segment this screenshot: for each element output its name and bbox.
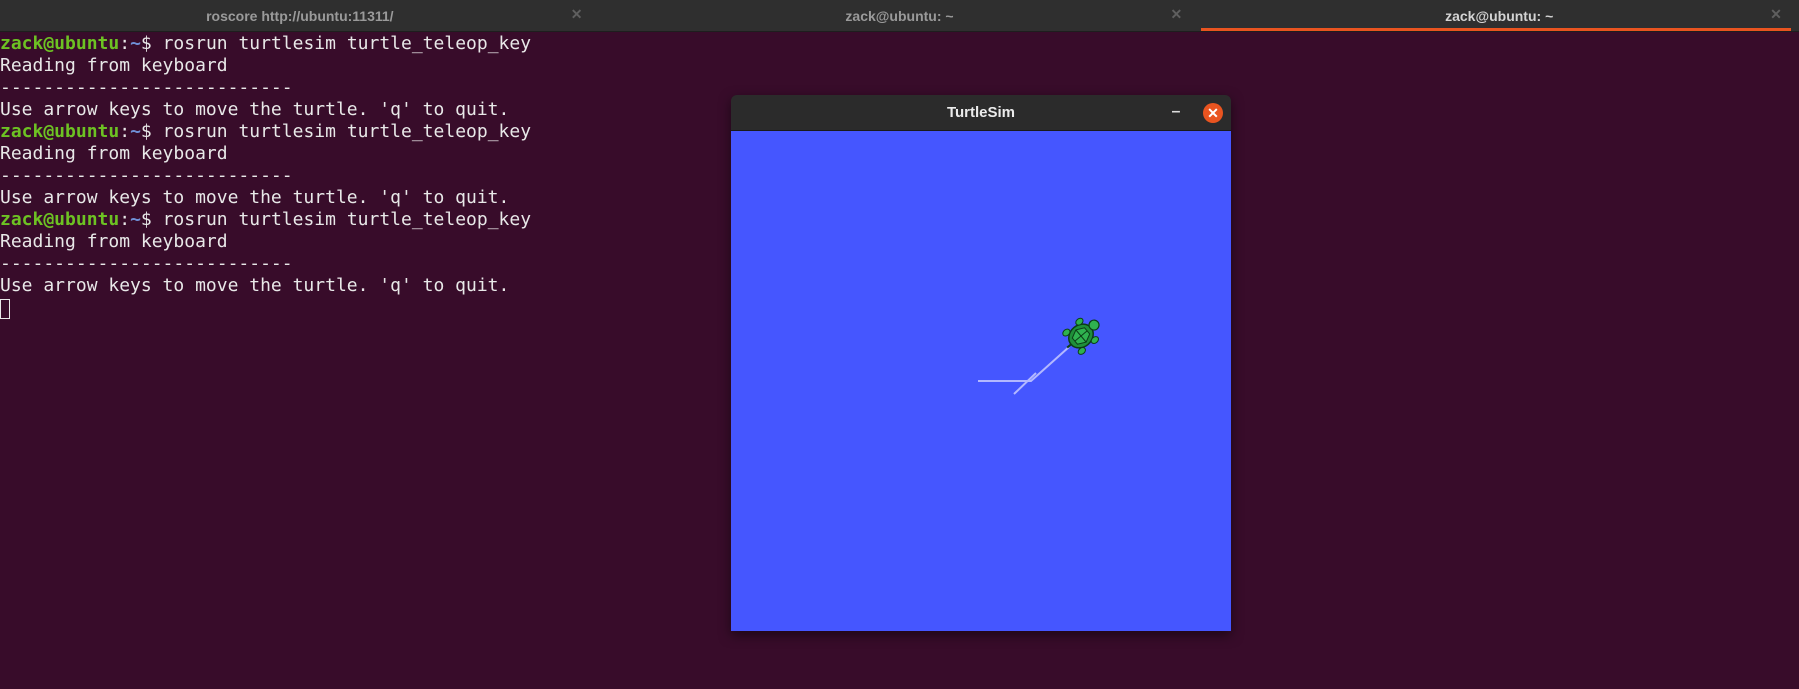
prompt-path: ~ [130,209,141,230]
terminal-tab-bar: roscore http://ubuntu:11311/ ✕ zack@ubun… [0,0,1799,32]
command-text: rosrun turtlesim turtle_teleop_key [162,209,532,230]
prompt-path: ~ [130,121,141,142]
command-text: rosrun turtlesim turtle_teleop_key [162,33,532,54]
prompt-separator: : [119,121,131,142]
close-icon[interactable]: ✕ [570,7,584,21]
tab-label: roscore http://ubuntu:11311/ [206,7,394,24]
tab-zack-ubuntu-2[interactable]: zack@ubuntu: ~ ✕ [1199,0,1799,31]
tab-roscore[interactable]: roscore http://ubuntu:11311/ ✕ [0,0,600,31]
minimize-icon[interactable]: – [1167,103,1185,121]
prompt-user: zack@ubuntu [0,121,120,142]
output-line: Reading from keyboard [0,55,228,76]
prompt-symbol: $ [140,209,163,230]
prompt-separator: : [119,209,131,230]
command-text: rosrun turtlesim turtle_teleop_key [162,121,532,142]
window-titlebar[interactable]: TurtleSim – ✕ [731,95,1231,131]
tab-label: zack@ubuntu: ~ [845,7,954,24]
prompt-path: ~ [130,33,141,54]
turtlesim-drawing [978,317,1100,395]
tab-label: zack@ubuntu: ~ [1445,7,1554,24]
close-icon[interactable]: ✕ [1169,7,1183,21]
prompt-user: zack@ubuntu [0,209,120,230]
tab-zack-ubuntu-1[interactable]: zack@ubuntu: ~ ✕ [600,0,1200,31]
turtle-trail [978,346,1070,382]
desktop: roscore http://ubuntu:11311/ ✕ zack@ubun… [0,0,1799,689]
turtlesim-window[interactable]: TurtleSim – ✕ [731,95,1231,631]
prompt-symbol: $ [140,121,163,142]
turtle-trail-branch [1013,372,1037,395]
close-icon[interactable]: ✕ [1203,103,1223,123]
prompt-user: zack@ubuntu [0,33,120,54]
command-line: zack@ubuntu:~$ rosrun turtlesim turtle_t… [0,33,1799,55]
turtlesim-canvas [731,131,1231,631]
prompt-separator: : [119,33,131,54]
close-icon[interactable]: ✕ [1769,7,1783,21]
window-title: TurtleSim [946,104,1016,121]
prompt-symbol: $ [140,33,163,54]
terminal-cursor [0,299,10,319]
